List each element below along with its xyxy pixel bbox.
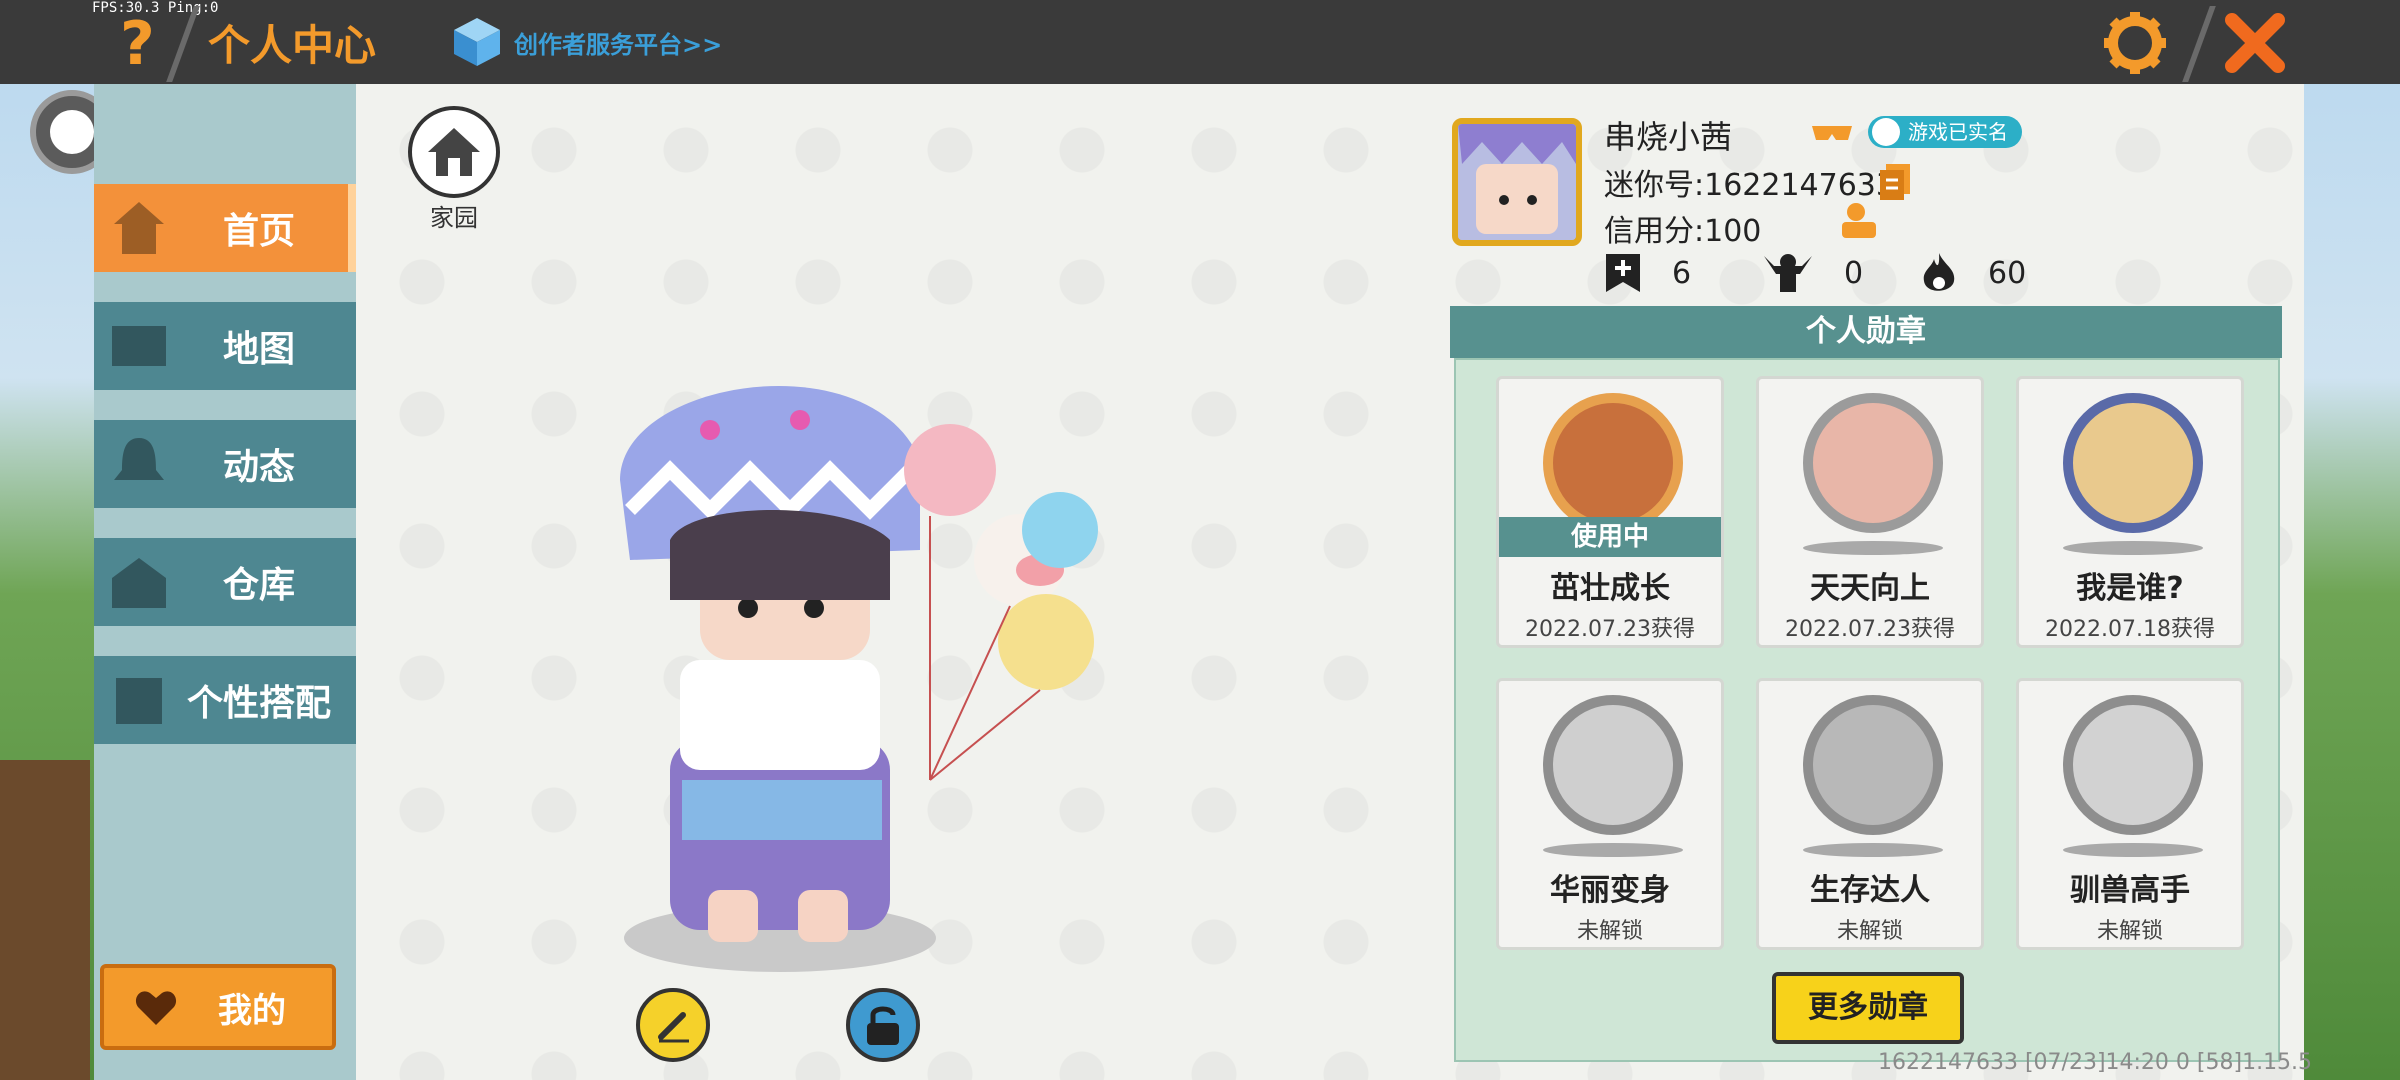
credit-score: 信用分:100 — [1604, 214, 1762, 249]
stat-value: 0 — [1844, 255, 1864, 291]
help-button[interactable]: ? — [108, 10, 168, 74]
badge-name: 华丽变身 — [1550, 873, 1670, 908]
gear-icon — [2104, 12, 2166, 74]
badge-date: 2022.07.23获得 — [1785, 617, 1955, 642]
verified-label: 游戏已实名 — [1908, 120, 2008, 144]
badge-name: 驯兽高手 — [2070, 873, 2190, 908]
sidebar-item-feed[interactable]: 动态 — [94, 420, 356, 508]
badge-medal-icon — [1543, 393, 1683, 533]
more-badges-button[interactable]: 更多勋章 — [1772, 972, 1964, 1044]
badge-card[interactable]: 我是谁? 2022.07.18获得 — [2016, 376, 2244, 648]
divider — [2182, 6, 2216, 82]
badge-date: 2022.07.18获得 — [2045, 617, 2215, 642]
sidebar-item-label: 动态 — [222, 447, 295, 488]
my-button[interactable]: 我的 — [100, 964, 336, 1050]
badge-name: 茁壮成长 — [1550, 571, 1670, 606]
avatar-portrait — [1458, 124, 1576, 240]
lock-button[interactable] — [846, 988, 920, 1062]
sidebar-item-home[interactable]: 首页 — [94, 184, 356, 272]
badge-medal-icon — [2063, 695, 2203, 835]
badge-medal-icon — [1803, 695, 1943, 835]
homeland-button[interactable] — [408, 106, 500, 198]
badge-date: 未解锁 — [2096, 919, 2163, 944]
divider — [166, 6, 200, 82]
stat-popularity: 60 — [1920, 252, 2026, 294]
sidebar-item-outfit[interactable]: 个性搭配 — [94, 656, 356, 744]
badge-date: 2022.07.23获得 — [1525, 617, 1695, 642]
badge-name: 我是谁? — [2076, 571, 2184, 606]
medal-shadow — [2063, 843, 2203, 857]
medal-shadow — [1803, 843, 1943, 857]
medal-shadow — [1803, 541, 1943, 555]
copy-icon[interactable] — [1878, 162, 1912, 202]
badge-medal-icon — [1543, 695, 1683, 835]
player-character — [620, 385, 1098, 972]
dirt-block — [0, 760, 90, 1080]
my-button-label: 我的 — [218, 990, 286, 1031]
creator-link-label: 创作者服务平台>> — [514, 30, 723, 59]
cube-icon — [454, 18, 500, 66]
stat-value: 6 — [1672, 255, 1692, 291]
sidebar-item-label: 首页 — [222, 211, 295, 252]
svg-text:?: ? — [120, 12, 155, 72]
badge-medal-icon — [2063, 393, 2203, 533]
question-icon: ? — [120, 12, 155, 72]
person-check-icon — [1872, 118, 1900, 146]
build-info: 1622147633 [07/23]14:20 0 [58]1.15.5 — [1878, 1050, 2313, 1075]
medal-shadow — [1543, 843, 1683, 857]
badge-card[interactable]: 使用中 茁壮成长 2022.07.23获得 — [1496, 376, 1724, 648]
avatar[interactable] — [1452, 118, 1582, 246]
player-name: 串烧小茜 — [1604, 118, 1733, 156]
sidebar-item-label: 仓库 — [222, 565, 295, 606]
badge-name: 生存达人 — [1810, 873, 1930, 908]
sidebar-item-label: 个性搭配 — [186, 683, 331, 724]
close-icon — [2225, 13, 2285, 73]
mask-icon — [1812, 126, 1852, 140]
badge-medal-icon — [1803, 393, 1943, 533]
sidebar-item-label: 地图 — [222, 329, 295, 370]
stat-flags: 6 — [1604, 252, 1691, 294]
badge-card[interactable]: 华丽变身 未解锁 — [1496, 678, 1724, 950]
badge-date: 未解锁 — [1836, 919, 1903, 944]
edit-button[interactable] — [636, 988, 710, 1062]
unlock-icon — [867, 1006, 899, 1045]
badges-title: 个人勋章 — [1450, 306, 2282, 358]
homeland-label: 家园 — [430, 204, 478, 232]
badge-card[interactable]: 天天向上 2022.07.23获得 — [1756, 376, 1984, 648]
badge-name: 天天向上 — [1810, 571, 1930, 606]
page-title: 个人中心 — [208, 21, 377, 70]
sidebar-item-map[interactable]: 地图 — [94, 302, 356, 390]
badge-card[interactable]: 驯兽高手 未解锁 — [2016, 678, 2244, 950]
badge-date: 未解锁 — [1576, 919, 1643, 944]
badge-card[interactable]: 生存达人 未解锁 — [1756, 678, 1984, 950]
pencil-icon — [658, 1012, 689, 1043]
top-bar: FPS:30.3 Ping:0 ? 个人中心 创作者服务平台>> — [0, 0, 2400, 84]
house-icon — [428, 128, 480, 176]
creator-platform-link[interactable]: 创作者服务平台>> — [452, 14, 722, 70]
heart-icon — [135, 991, 177, 1025]
flag-plus-icon — [1606, 254, 1640, 292]
credit-info-icon[interactable] — [1838, 200, 1880, 240]
stat-value: 60 — [1988, 255, 2027, 291]
medal-shadow — [2063, 541, 2203, 555]
mini-id: 迷你号:1622147633 — [1604, 168, 1895, 203]
flame-icon — [1923, 253, 1955, 291]
verified-badge: 游戏已实名 — [1868, 116, 2022, 148]
stat-followers: 0 — [1762, 252, 1863, 294]
settings-button[interactable] — [2100, 8, 2170, 78]
badge-in-use: 使用中 — [1499, 517, 1721, 557]
trophy-person-icon — [1764, 254, 1812, 292]
close-button[interactable] — [2220, 8, 2290, 78]
sidebar-item-warehouse[interactable]: 仓库 — [94, 538, 356, 626]
